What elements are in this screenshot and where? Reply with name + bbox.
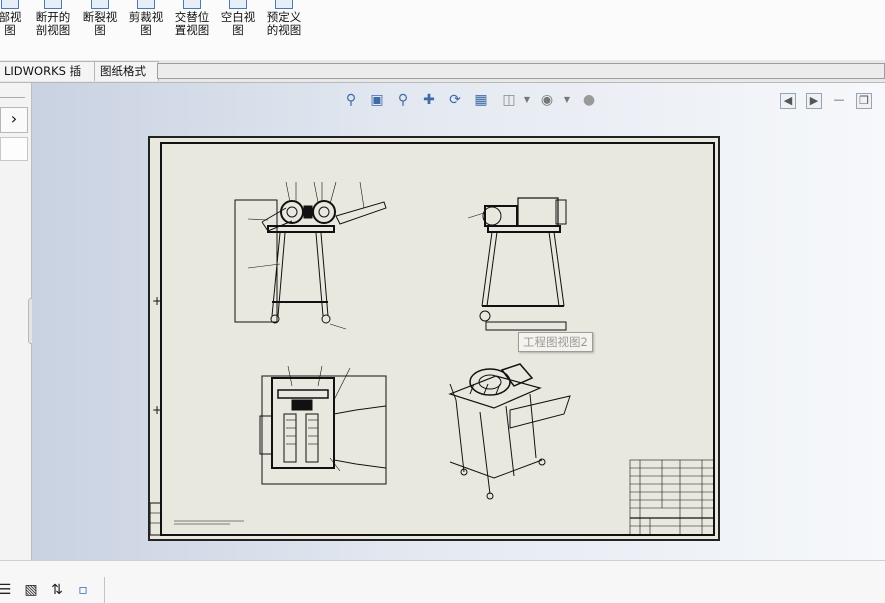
broken-out-section-icon (44, 0, 62, 9)
view-name-tooltip: 工程图视图2 (518, 332, 593, 352)
bottom-toolbar: ☰ ▧ ⇅ ▫ (0, 560, 885, 603)
panel-header (0, 87, 25, 98)
chevron-right-icon: › (10, 109, 18, 128)
zoom-to-fit-icon[interactable]: ⚲ (342, 91, 360, 109)
predefined-view-button[interactable]: 预定义 的视图 (264, 0, 304, 60)
svg-text:+: + (152, 403, 162, 417)
partial-view-icon (1, 0, 19, 9)
break-view-button[interactable]: 断裂视 图 (80, 0, 120, 60)
prev-sheet-icon[interactable]: ◀ (780, 93, 796, 109)
predefined-view-icon (275, 0, 293, 9)
pan-icon[interactable]: ✚ (420, 91, 438, 109)
tab-sheet-format[interactable]: 图纸格式 (94, 61, 159, 81)
broken-out-section-button[interactable]: 断开的 剖视图 (33, 0, 73, 60)
crop-view-button[interactable]: 剪裁视 图 (126, 0, 166, 60)
break-view-icon (91, 0, 109, 9)
empty-view-icon (229, 0, 247, 9)
view-orientation-icon[interactable]: ▦ (472, 91, 490, 109)
svg-text:+: + (152, 294, 162, 308)
zoom-to-area-icon[interactable]: ▣ (368, 91, 386, 109)
appearance-icon[interactable]: ● (580, 91, 598, 109)
heads-up-view-toolbar: ⚲ ▣ ⚲ ✚ ⟳ ▦ ◫ ▼ ◉ ▼ ● (340, 91, 610, 109)
expand-panel-button[interactable]: › (0, 107, 28, 133)
graphics-area[interactable]: ⚲ ▣ ⚲ ✚ ⟳ ▦ ◫ ▼ ◉ ▼ ● ◀ ▶ — ❐ + + 工程图视图2 (32, 83, 885, 560)
title-block (629, 459, 715, 536)
front-view (234, 181, 387, 330)
revision-strip (150, 502, 162, 536)
isometric-view (448, 363, 571, 500)
chart-icon[interactable]: ▫ (74, 581, 92, 599)
side-view (467, 197, 567, 331)
tab-strip-empty (157, 63, 885, 79)
tab-solidworks-addins[interactable]: LIDWORKS 插件 (0, 61, 96, 97)
hide-show-icon[interactable]: ◉ (538, 91, 556, 109)
alternate-position-icon (183, 0, 201, 9)
drawing-views-svg: + + (150, 142, 715, 536)
command-manager-tabs: LIDWORKS 插件 图纸格式 (0, 60, 885, 97)
alternate-position-view-button[interactable]: 交替位 置视图 (172, 0, 212, 60)
crop-view-icon (137, 0, 155, 9)
ribbon: 部视 图 断开的 剖视图 断裂视 图 剪裁视 图 交替位 置视图 空白视 图 预… (0, 0, 885, 61)
feature-manager-panel: › (0, 83, 40, 560)
panel-search-field[interactable] (0, 137, 28, 161)
top-view (259, 365, 387, 485)
sort-icon[interactable]: ⇅ (48, 581, 66, 599)
list-view-icon[interactable]: ☰ (0, 581, 14, 599)
rotate-icon[interactable]: ⟳ (446, 91, 464, 109)
bottom-separator (104, 577, 105, 603)
partial-view-button[interactable]: 部视 图 (0, 0, 30, 60)
hide-show-dropdown-icon[interactable]: ▼ (558, 91, 576, 109)
empty-view-button[interactable]: 空白视 图 (218, 0, 258, 60)
detail-view-icon[interactable]: ▧ (22, 581, 40, 599)
drawing-sheet[interactable]: + + (148, 136, 720, 541)
next-sheet-icon[interactable]: ▶ (806, 93, 822, 109)
restore-icon[interactable]: ❐ (856, 93, 872, 109)
minimize-icon[interactable]: — (832, 93, 846, 107)
display-style-dropdown-icon[interactable]: ▼ (518, 91, 536, 109)
zoom-in-out-icon[interactable]: ⚲ (394, 91, 412, 109)
display-style-icon[interactable]: ◫ (500, 91, 518, 109)
technical-notes (174, 520, 244, 525)
